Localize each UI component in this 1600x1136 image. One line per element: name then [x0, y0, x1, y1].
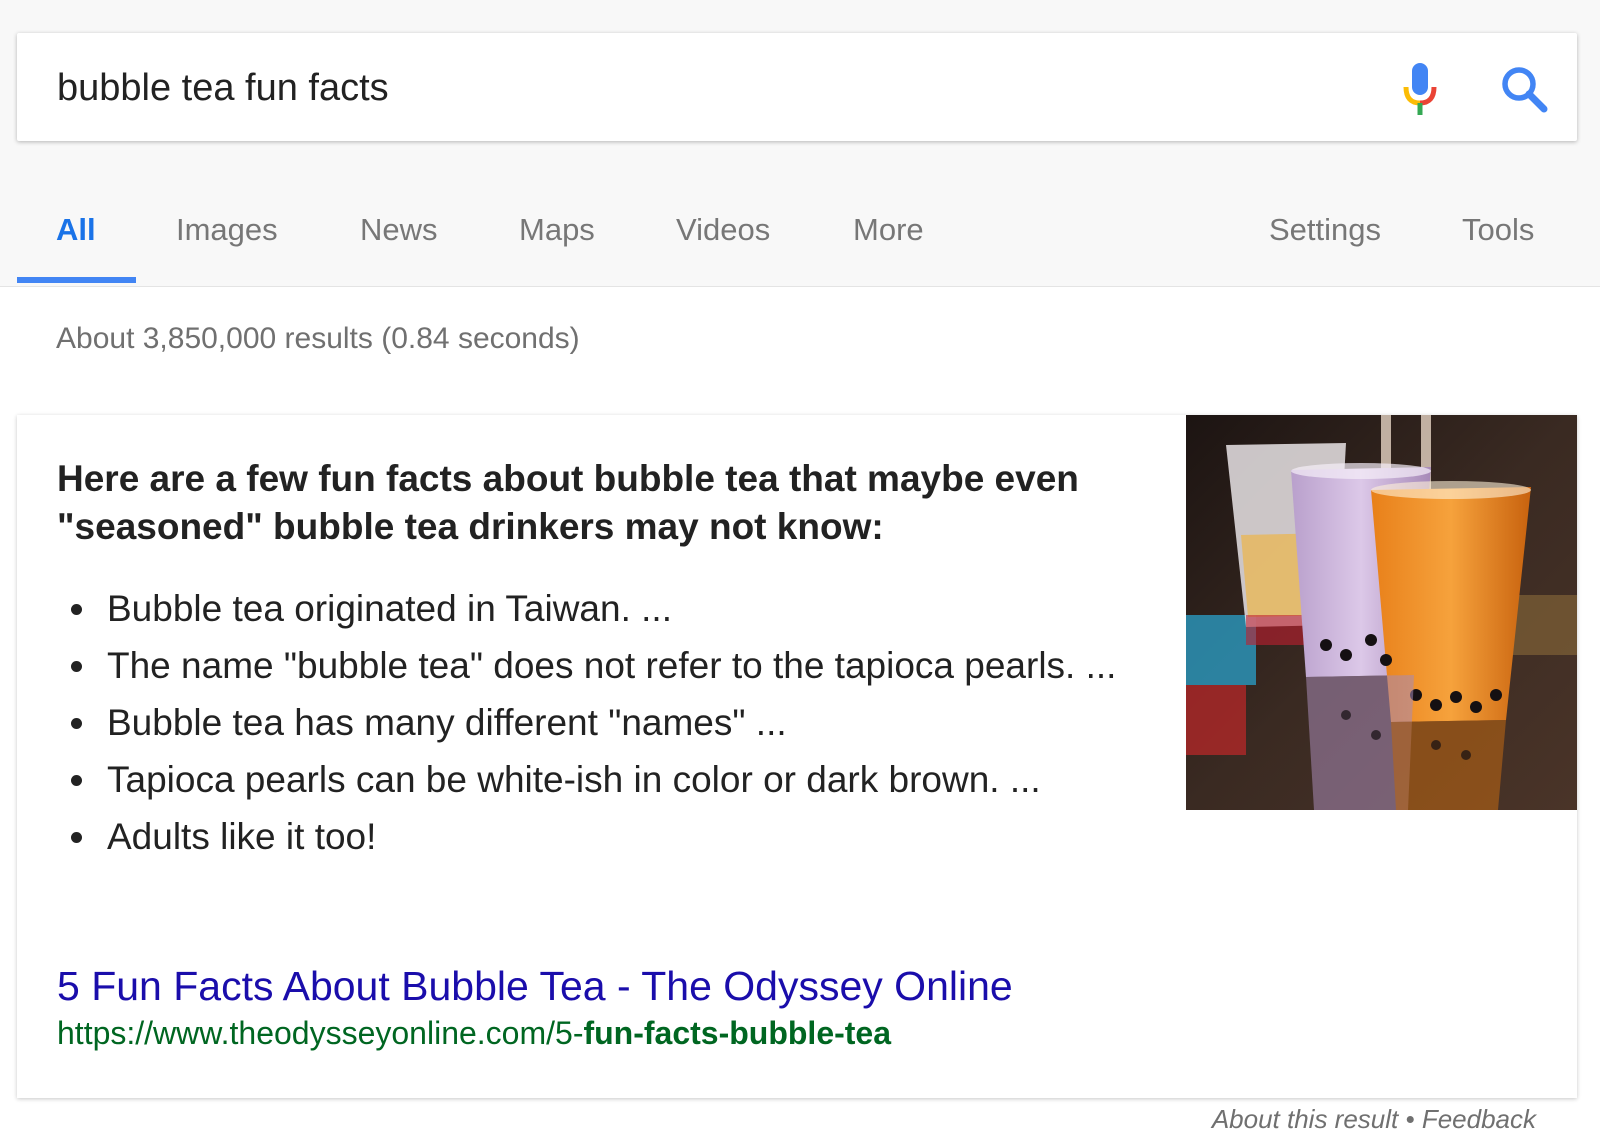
about-this-result-link[interactable]: About this result [1212, 1104, 1398, 1134]
result-stats: About 3,850,000 results (0.84 seconds) [56, 322, 580, 355]
feedback-link[interactable]: Feedback [1422, 1104, 1536, 1134]
result-url-bold: fun-facts-bubble-tea [583, 1015, 892, 1051]
tab-settings[interactable]: Settings [1269, 212, 1381, 248]
search-results-page: bubble tea fun facts All Images News Map… [0, 0, 1600, 1136]
fact-text: Tapioca pearls can be white-ish in color… [107, 759, 1041, 800]
result-url[interactable]: https://www.theodysseyonline.com/5-fun-f… [57, 1015, 891, 1052]
bubble-tea-photo [1186, 415, 1577, 810]
search-box[interactable]: bubble tea fun facts [17, 33, 1577, 141]
search-icon[interactable] [1500, 65, 1548, 113]
fact-text: Adults like it too! [107, 816, 377, 857]
bullet-icon [71, 604, 82, 615]
list-item: The name "bubble tea" does not refer to … [57, 642, 1157, 689]
tab-tools[interactable]: Tools [1462, 212, 1534, 248]
tab-news[interactable]: News [360, 212, 438, 248]
fact-text: Bubble tea has many different "names" ..… [107, 702, 787, 743]
bullet-icon [71, 718, 82, 729]
list-item: Adults like it too! [57, 813, 1157, 860]
snippet-footer: About this result • Feedback [1212, 1104, 1536, 1135]
tab-images[interactable]: Images [176, 212, 278, 248]
fact-text: Bubble tea originated in Taiwan. ... [107, 588, 672, 629]
tab-maps[interactable]: Maps [519, 212, 595, 248]
bullet-icon [71, 775, 82, 786]
list-item: Tapioca pearls can be white-ish in color… [57, 756, 1157, 803]
active-tab-indicator [17, 277, 136, 283]
fact-list: Bubble tea originated in Taiwan. ... The… [57, 585, 1157, 870]
mic-icon[interactable] [1400, 63, 1440, 117]
list-item: Bubble tea originated in Taiwan. ... [57, 585, 1157, 632]
footer-separator: • [1398, 1104, 1422, 1134]
search-header: bubble tea fun facts All Images News Map… [0, 0, 1600, 287]
tab-all[interactable]: All [56, 212, 96, 248]
bullet-icon [71, 832, 82, 843]
snippet-heading: Here are a few fun facts about bubble te… [57, 458, 1079, 547]
bullet-icon [71, 661, 82, 672]
featured-snippet: Here are a few fun facts about bubble te… [17, 415, 1577, 1098]
fact-text: The name "bubble tea" does not refer to … [107, 645, 1117, 686]
tab-more[interactable]: More [853, 212, 924, 248]
result-title-link[interactable]: 5 Fun Facts About Bubble Tea - The Odyss… [57, 963, 1013, 1010]
search-input[interactable]: bubble tea fun facts [57, 67, 389, 110]
result-url-prefix: https://www.theodysseyonline.com/5- [57, 1015, 584, 1051]
bubble-tea-image[interactable] [1186, 415, 1577, 810]
list-item: Bubble tea has many different "names" ..… [57, 699, 1157, 746]
search-tabs: All Images News Maps Videos More Setting… [0, 200, 1600, 286]
tab-videos[interactable]: Videos [676, 212, 770, 248]
